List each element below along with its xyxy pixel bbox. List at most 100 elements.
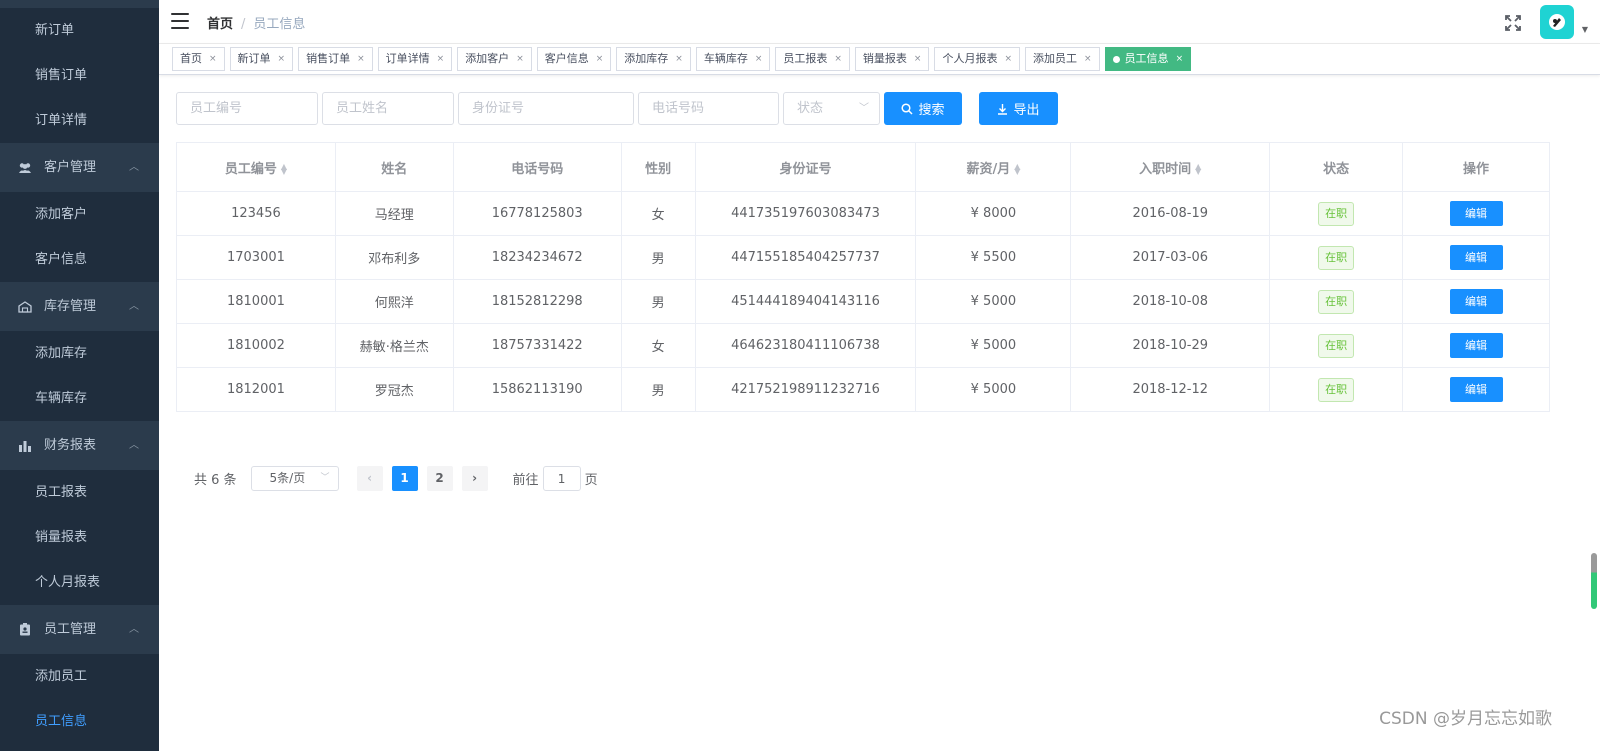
sort-icon[interactable]: ▲ ▼ (1195, 163, 1201, 176)
tag-add-inventory[interactable]: 添加库存 × (616, 47, 691, 71)
caret-down-icon[interactable]: ▼ (1582, 25, 1588, 34)
close-icon[interactable]: × (278, 48, 286, 70)
cell-phone: 18152812298 (452, 279, 622, 324)
close-icon[interactable]: × (1084, 48, 1092, 70)
cell-hire-date: 2016-08-19 (1070, 191, 1271, 236)
cell-hire-date: 2018-10-08 (1070, 279, 1271, 324)
cell-employee-id: 1810001 (176, 279, 336, 324)
sidebar-group-finance[interactable]: 财务报表 ︿ (0, 421, 159, 470)
tag-employee-report[interactable]: 员工报表 × (775, 47, 850, 71)
page-size-select[interactable]: 5条/页 ﹀ (250, 466, 339, 491)
tag-employee-info[interactable]: 员工信息 × (1104, 47, 1192, 71)
sidebar-group-inventory[interactable]: 库存管理 ︿ (0, 282, 159, 331)
page-scrollbar[interactable] (1591, 553, 1597, 609)
cell-hire-date: 2018-12-12 (1070, 367, 1271, 412)
column-header-hire-date[interactable]: 入职时间 ▲ ▼ (1070, 142, 1271, 192)
column-header-salary[interactable]: 薪资/月 ▲ ▼ (915, 142, 1072, 192)
tag-new-order[interactable]: 新订单 × (229, 47, 294, 71)
cell-id-card: 421752198911232716 (694, 367, 917, 412)
tag-label: 客户信息 (544, 52, 589, 65)
cell-id-card: 451444189404143116 (694, 279, 917, 324)
cell-actions: 编辑 (1402, 323, 1550, 368)
tag-label: 车辆库存 (703, 52, 748, 65)
tag-customer-info[interactable]: 客户信息 × (536, 47, 612, 71)
status-badge: 在职 (1318, 377, 1355, 402)
sidebar-item-add-customer[interactable]: 添加客户 (0, 192, 159, 237)
sort-icon[interactable]: ▲ ▼ (1014, 163, 1020, 176)
tag-sales-report[interactable]: 销量报表 × (854, 47, 930, 71)
employee-id-input[interactable] (176, 92, 318, 125)
goto-page-input[interactable] (542, 466, 581, 491)
tag-add-customer[interactable]: 添加客户 × (457, 47, 532, 71)
cell-employee-id: 1810002 (176, 323, 336, 368)
page-button-2[interactable]: 2 (426, 466, 453, 491)
tag-label: 首页 (180, 52, 202, 65)
close-icon[interactable]: × (1004, 48, 1012, 70)
edit-button[interactable]: 编辑 (1449, 377, 1503, 402)
column-header-employee-id[interactable]: 员工编号 ▲ ▼ (176, 142, 336, 192)
tag-monthly-report[interactable]: 个人月报表 × (934, 47, 1021, 71)
close-icon[interactable]: × (209, 48, 217, 70)
hamburger-menu-icon[interactable] (171, 13, 189, 29)
edit-button[interactable]: 编辑 (1449, 333, 1503, 358)
next-page-button[interactable]: › (461, 466, 488, 491)
sidebar-group-employees[interactable]: 员工管理 ︿ (0, 605, 159, 654)
sidebar-item-add-inventory[interactable]: 添加库存 (0, 331, 159, 376)
tag-vehicle-inventory[interactable]: 车辆库存 × (695, 47, 771, 71)
export-button[interactable]: 导出 (979, 92, 1058, 125)
sidebar-item-order-details[interactable]: 订单详情 (0, 98, 159, 143)
tag-label: 个人月报表 (942, 52, 998, 65)
breadcrumb-home[interactable]: 首页 (207, 17, 233, 32)
cell-gender: 女 (620, 323, 696, 368)
cell-salary: ¥ 5000 (915, 279, 1072, 324)
phone-input[interactable] (638, 92, 779, 125)
employee-name-input[interactable] (322, 92, 454, 125)
goto-label: 前往 (512, 473, 539, 488)
edit-button[interactable]: 编辑 (1449, 245, 1503, 270)
sidebar-item-add-employee[interactable]: 添加员工 (0, 654, 159, 699)
page-size-value: 5条/页 (269, 471, 306, 485)
tag-sales-orders[interactable]: 销售订单 × (298, 47, 373, 71)
status-badge: 在职 (1318, 201, 1355, 226)
sidebar-item-new-order[interactable]: 新订单 (0, 8, 159, 53)
sidebar-item-employee-report[interactable]: 员工报表 (0, 470, 159, 515)
sidebar-item-monthly-report[interactable]: 个人月报表 (0, 560, 159, 605)
table-header-row: 员工编号 ▲ ▼ 姓名 电话号码 性别 身份证号 薪资/月 ▲ ▼ 入职时间 ▲ ▼ 状态 … (176, 142, 1550, 192)
tag-label: 添加员工 (1033, 52, 1078, 65)
id-card-input[interactable] (458, 92, 634, 125)
column-header-actions: 操作 (1402, 142, 1550, 192)
tag-add-employee[interactable]: 添加员工 × (1025, 47, 1100, 71)
sidebar-group-customers[interactable]: 客户管理 ︿ (0, 143, 159, 192)
tag-order-details[interactable]: 订单详情 × (377, 47, 453, 71)
close-icon[interactable]: × (1176, 48, 1184, 70)
sidebar-item-customer-info[interactable]: 客户信息 (0, 237, 159, 282)
close-icon[interactable]: × (914, 48, 922, 70)
column-header-phone: 电话号码 (452, 142, 622, 192)
close-icon[interactable]: × (755, 48, 763, 70)
sidebar-item-vehicle-inventory[interactable]: 车辆库存 (0, 376, 159, 421)
sidebar-item-sales-orders[interactable]: 销售订单 (0, 53, 159, 98)
chevron-up-icon: ︿ (129, 301, 139, 312)
sort-icon[interactable]: ▲ ▼ (281, 163, 287, 176)
edit-button[interactable]: 编辑 (1449, 201, 1503, 226)
fullscreen-icon[interactable] (1504, 14, 1522, 32)
close-icon[interactable]: × (596, 48, 604, 70)
tag-home[interactable]: 首页 × (172, 47, 225, 71)
close-icon[interactable]: × (675, 48, 683, 70)
edit-button[interactable]: 编辑 (1449, 289, 1503, 314)
close-icon[interactable]: × (437, 48, 445, 70)
search-button[interactable]: 搜索 (884, 92, 962, 125)
page-button-1[interactable]: 1 (391, 466, 418, 491)
close-icon[interactable]: × (357, 48, 365, 70)
chevron-down-icon: ﹀ (859, 103, 869, 114)
bar-chart-icon (18, 439, 32, 453)
sidebar-item-sales-report[interactable]: 销量报表 (0, 515, 159, 560)
status-select[interactable]: 状态 ﹀ (783, 92, 880, 125)
avatar[interactable] (1540, 5, 1574, 39)
prev-page-button[interactable]: ‹ (356, 466, 383, 491)
close-icon[interactable]: × (516, 48, 524, 70)
close-icon[interactable]: × (834, 48, 842, 70)
employee-table: 员工编号 ▲ ▼ 姓名 电话号码 性别 身份证号 薪资/月 ▲ ▼ 入职时间 ▲ ▼ 状态 … (176, 142, 1550, 412)
chevron-up-icon: ︿ (129, 162, 139, 173)
sidebar-item-employee-info[interactable]: 员工信息 (0, 699, 159, 744)
